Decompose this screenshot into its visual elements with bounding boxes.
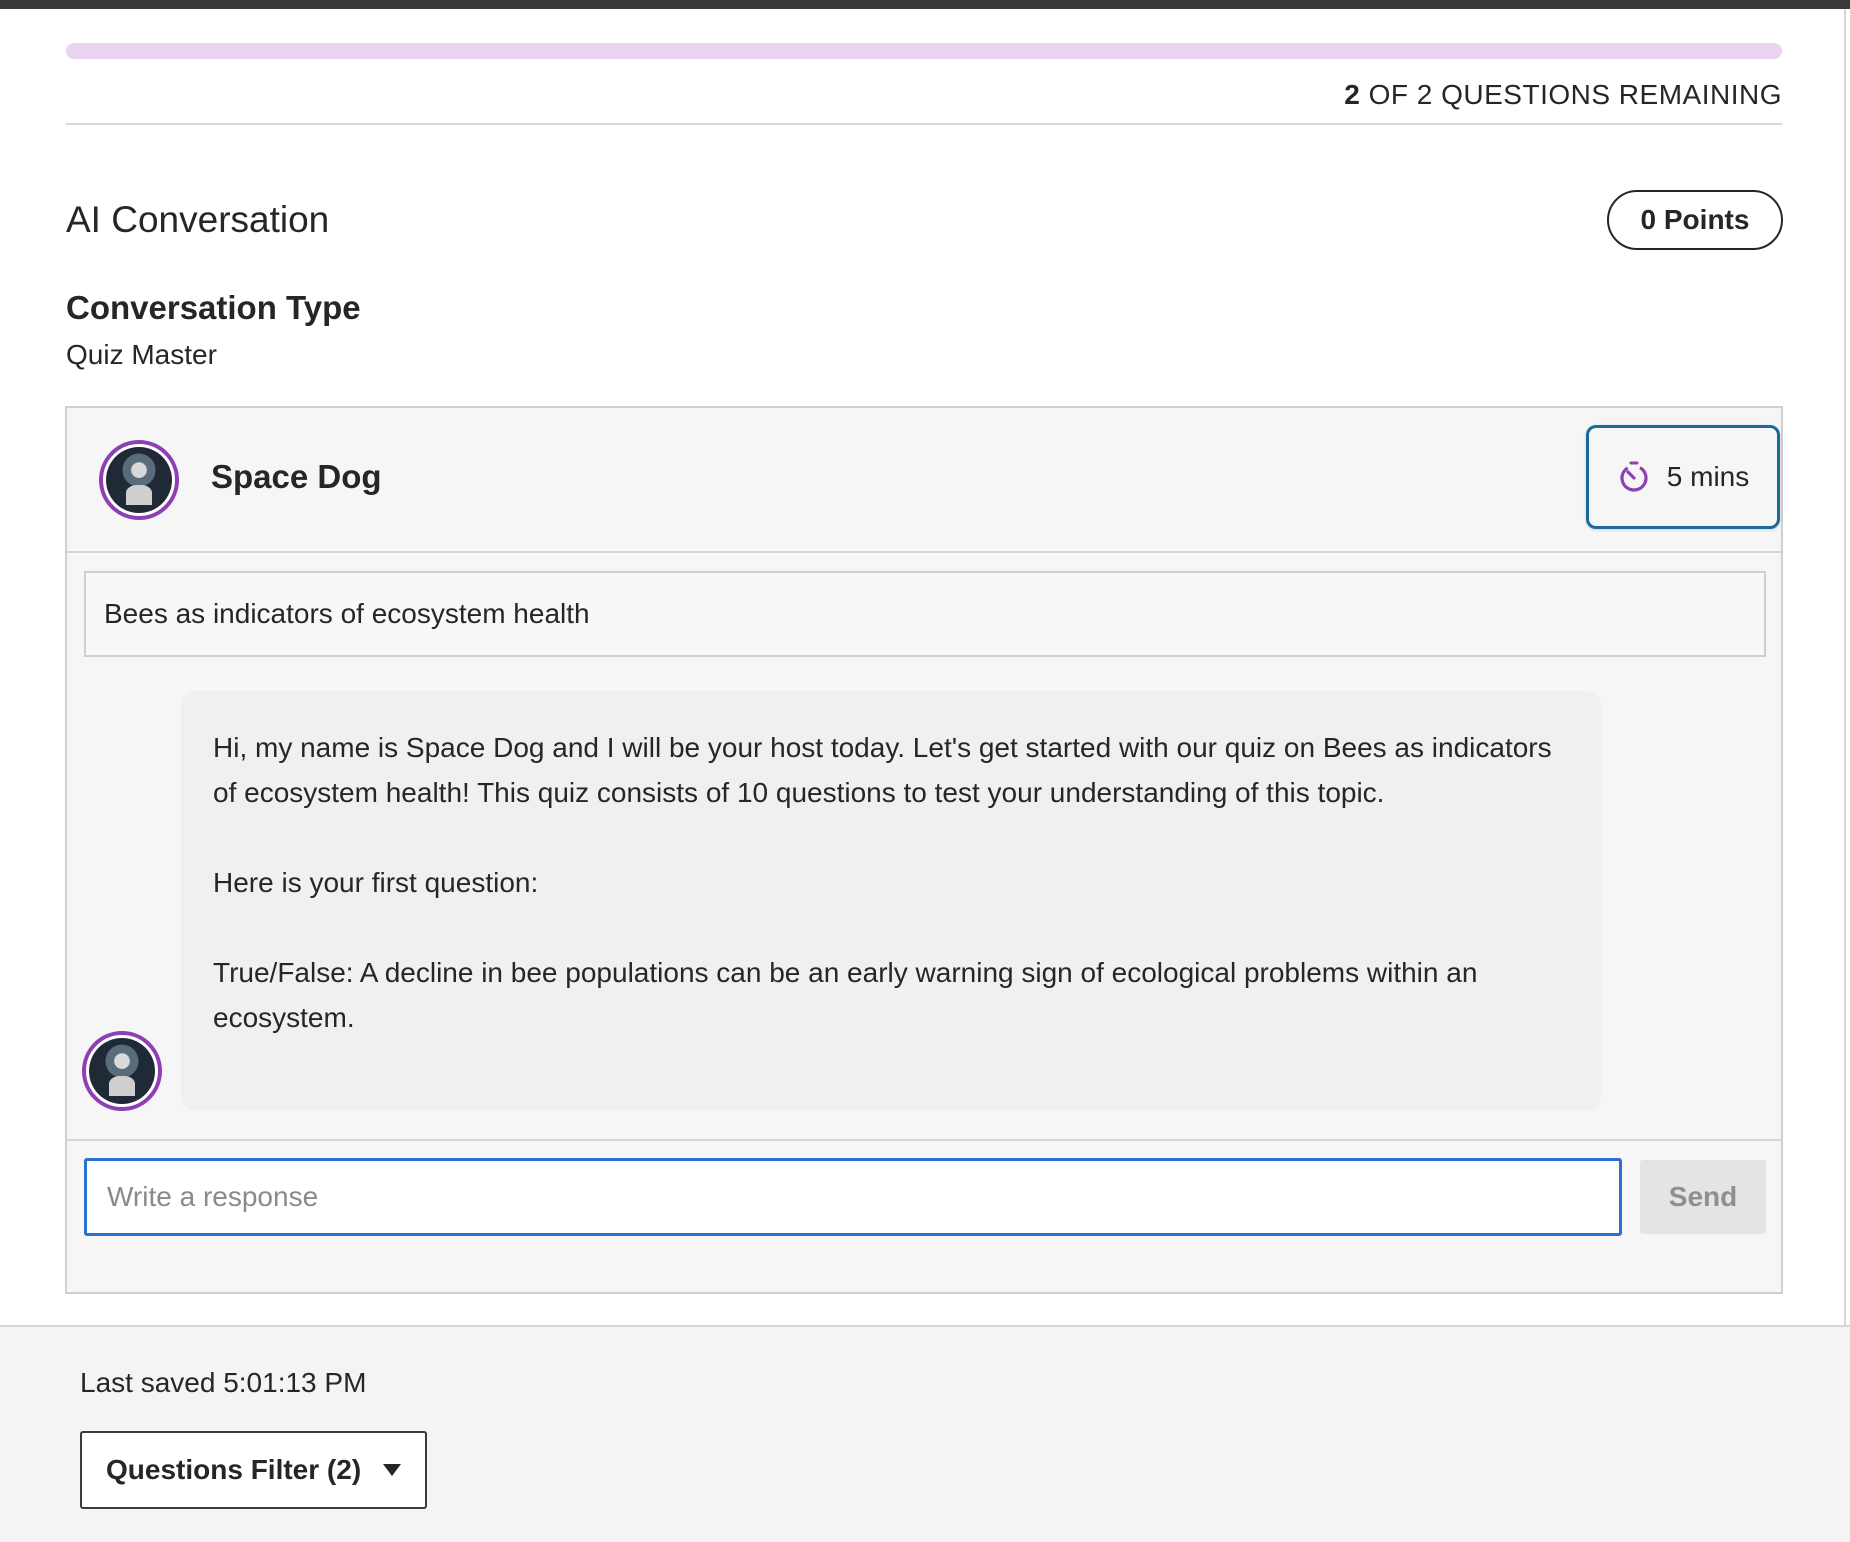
progress-bar: [66, 43, 1782, 59]
last-saved-status: Last saved 5:01:13 PM: [80, 1367, 367, 1398]
timer-label: 5 mins: [1666, 461, 1750, 492]
message-paragraph: Here is your first question:: [213, 867, 539, 898]
host-message-bubble: Hi, my name is Space Dog and I will be y…: [181, 691, 1601, 1111]
topic-text: Bees as indicators of ecosystem health: [104, 598, 590, 629]
timer-button[interactable]: 5 mins: [1586, 425, 1780, 529]
response-composer: Send: [67, 1139, 1781, 1292]
questions-filter-label: Questions Filter (2): [106, 1454, 362, 1485]
host-name: Space Dog: [211, 458, 382, 495]
remaining-suffix: OF 2 QUESTIONS REMAINING: [1360, 79, 1782, 110]
message-paragraph: Hi, my name is Space Dog and I will be y…: [213, 732, 1552, 808]
message-paragraph: True/False: A decline in bee populations…: [213, 957, 1478, 1033]
conversation-type-value: Quiz Master: [66, 339, 217, 370]
space-dog-avatar-icon: [99, 440, 179, 520]
page-title: AI Conversation: [66, 199, 330, 240]
caret-down-icon: [383, 1464, 402, 1476]
remaining-count: 2: [1344, 79, 1361, 110]
questions-filter-button[interactable]: Questions Filter (2): [80, 1431, 427, 1509]
window-top-bar: [0, 0, 1850, 9]
space-dog-avatar-icon: [82, 1031, 162, 1111]
footer: Last saved 5:01:13 PM Questions Filter (…: [0, 1325, 1850, 1542]
timer-icon: [1620, 461, 1648, 492]
points-badge: 0 Points: [1607, 190, 1783, 250]
header-divider: [66, 123, 1782, 125]
assessment-main: 2 OF 2 QUESTIONS REMAINING AI Conversati…: [0, 9, 1850, 1325]
response-input[interactable]: [84, 1158, 1622, 1236]
questions-remaining: 2 OF 2 QUESTIONS REMAINING: [1344, 79, 1782, 111]
topic-box: Bees as indicators of ecosystem health: [84, 571, 1766, 657]
send-button[interactable]: Send: [1640, 1160, 1766, 1234]
chat-panel: Space Dog 5 mins Bees as indicators of e…: [65, 406, 1783, 1294]
conversation-type-label: Conversation Type: [66, 289, 361, 326]
chat-header: Space Dog 5 mins: [67, 408, 1781, 553]
